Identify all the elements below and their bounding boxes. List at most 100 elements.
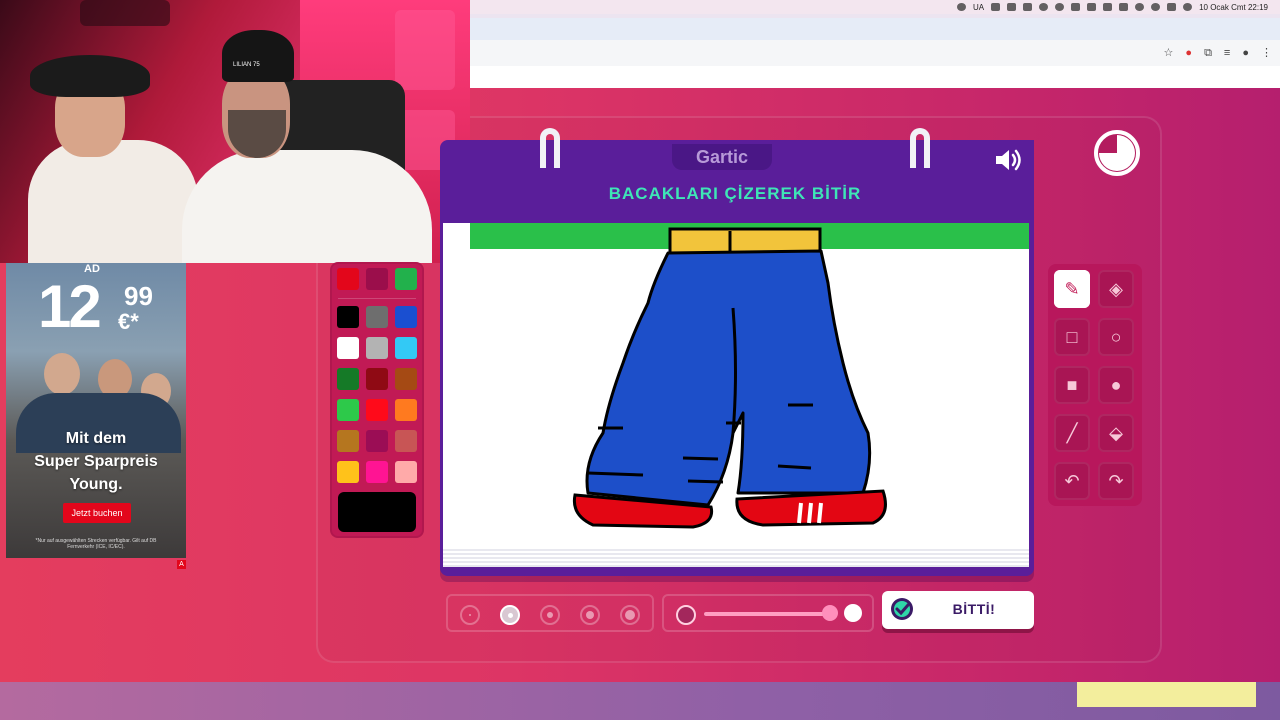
brush-size-option[interactable]	[580, 605, 600, 625]
binder-ring-right	[910, 128, 930, 168]
ad-choices-marker[interactable]: A	[177, 560, 186, 569]
paper-edge	[443, 549, 1029, 567]
eraser-icon: ◈	[1109, 278, 1123, 299]
brush-size-option[interactable]	[540, 605, 560, 625]
pencil-icon: ✎	[1064, 278, 1080, 299]
color-swatch[interactable]	[337, 430, 359, 452]
hdr-icon[interactable]	[1023, 3, 1033, 11]
binder-ring-left	[540, 128, 560, 168]
color-swatch[interactable]	[366, 306, 388, 328]
eraser-tool-button[interactable]: ◈	[1098, 270, 1134, 308]
done-button-label: BİTTİ!	[952, 601, 996, 617]
puzzle-icon[interactable]: ⧉	[1204, 47, 1212, 59]
volume-icon[interactable]	[1071, 3, 1081, 11]
rectangle-outline-tool-button[interactable]: □	[1054, 318, 1090, 356]
sticky-note	[1077, 682, 1256, 707]
ad-price-currency: €*	[118, 309, 139, 334]
bluetooth-icon[interactable]	[1087, 3, 1097, 11]
cloud-icon[interactable]	[956, 3, 966, 11]
selected-color-preview	[338, 492, 416, 532]
color-swatch[interactable]	[337, 337, 359, 359]
color-swatch[interactable]	[337, 368, 359, 390]
color-swatch[interactable]	[337, 399, 359, 421]
menubar-clock[interactable]: 10 Ocak Cmt 22:19	[1199, 3, 1268, 12]
browser-address-bar[interactable]: ☆ ● ⧉ ≡ ● ⋮	[470, 40, 1280, 67]
line-tool-button[interactable]: ╱	[1054, 414, 1090, 452]
done-button[interactable]: BİTTİ!	[882, 591, 1034, 629]
brush-size-selector	[446, 594, 654, 632]
color-swatch[interactable]	[337, 306, 359, 328]
control-center-icon[interactable]	[1167, 3, 1177, 11]
round-timer	[1094, 130, 1140, 176]
color-swatch[interactable]	[337, 268, 359, 290]
webcam-overlay: LILIAN 75	[0, 0, 470, 263]
brush-size-option[interactable]	[500, 605, 520, 625]
undo-icon: ↶	[1064, 470, 1080, 491]
eject-icon[interactable]	[1103, 3, 1113, 11]
browser-page-top	[470, 66, 1280, 88]
ad-price: 12	[38, 273, 102, 340]
color-swatch[interactable]	[366, 399, 388, 421]
bookmark-star-icon[interactable]: ☆	[1164, 47, 1174, 59]
keyboard-icon[interactable]	[991, 3, 1001, 11]
color-swatch[interactable]	[395, 268, 417, 290]
square-outline-icon: □	[1066, 326, 1078, 347]
fill-tool-button[interactable]: ⬙	[1098, 414, 1134, 452]
color-swatch[interactable]	[366, 268, 388, 290]
input-source[interactable]: UA	[973, 3, 984, 12]
color-swatch[interactable]	[337, 461, 359, 483]
opacity-min-icon	[676, 605, 696, 625]
redo-tool-button[interactable]: ↷	[1098, 462, 1134, 500]
color-swatch[interactable]	[366, 461, 388, 483]
pencil-tool-button[interactable]: ✎	[1054, 270, 1090, 308]
opacity-slider[interactable]	[662, 594, 874, 632]
microphone-arm	[80, 0, 170, 26]
play-icon[interactable]	[1055, 3, 1065, 11]
color-swatch[interactable]	[395, 461, 417, 483]
color-swatch[interactable]	[395, 306, 417, 328]
color-swatch[interactable]	[395, 430, 417, 452]
profile-icon[interactable]: ●	[1242, 47, 1249, 59]
line-icon: ╱	[1066, 422, 1078, 443]
ellipse-outline-tool-button[interactable]: ○	[1098, 318, 1134, 356]
opacity-thumb[interactable]	[822, 605, 838, 621]
rectangle-filled-tool-button[interactable]: ■	[1054, 366, 1090, 404]
browser-tab-active[interactable]	[470, 18, 1280, 40]
menu-icon[interactable]: ⋮	[1261, 47, 1272, 59]
ad-fine-print: *Nur auf ausgewählten Strecken verfügbar…	[35, 538, 157, 550]
ellipse-filled-tool-button[interactable]: ●	[1098, 366, 1134, 404]
battery-icon[interactable]	[1039, 3, 1049, 11]
advertisement[interactable]: AD 12 99 €* Mit dem Super Sparpreis Youn…	[6, 263, 186, 558]
color-swatch[interactable]	[366, 337, 388, 359]
bucket-hat	[30, 55, 150, 97]
color-swatch[interactable]	[395, 337, 417, 359]
extension-icon[interactable]: ●	[1185, 47, 1192, 59]
color-swatch[interactable]	[395, 399, 417, 421]
color-swatch[interactable]	[366, 430, 388, 452]
ad-cta-button[interactable]: Jetzt buchen	[63, 503, 131, 523]
sound-icon[interactable]	[994, 146, 1024, 174]
streamer-left-body	[28, 140, 198, 263]
color-swatch[interactable]	[395, 368, 417, 390]
streamer-right-body	[182, 150, 432, 263]
wifi-icon[interactable]	[1119, 3, 1129, 11]
cast-icon[interactable]	[1007, 3, 1017, 11]
ad-headline: Mit dem Super Sparpreis Young.	[6, 427, 186, 496]
gartic-logo: Gartic	[672, 144, 772, 170]
round-title: BACAKLARI ÇİZEREK BİTİR	[608, 184, 862, 203]
canvas-drawing	[572, 227, 887, 529]
browser-toolbar: ☆ ● ⧉ ≡ ● ⋮	[1164, 40, 1272, 66]
square-filled-icon: ■	[1066, 374, 1078, 395]
beanie	[222, 30, 294, 82]
user-icon[interactable]	[1135, 3, 1145, 11]
undo-tool-button[interactable]: ↶	[1054, 462, 1090, 500]
search-icon[interactable]	[1151, 3, 1161, 11]
ad-headline-line: Super Sparpreis	[34, 453, 158, 470]
media-icon[interactable]: ≡	[1224, 47, 1230, 59]
siri-icon[interactable]	[1183, 3, 1193, 11]
color-swatch[interactable]	[366, 368, 388, 390]
brush-size-option[interactable]	[620, 605, 640, 625]
check-icon	[891, 598, 913, 620]
opacity-track[interactable]	[704, 612, 834, 616]
brush-size-option[interactable]	[460, 605, 480, 625]
